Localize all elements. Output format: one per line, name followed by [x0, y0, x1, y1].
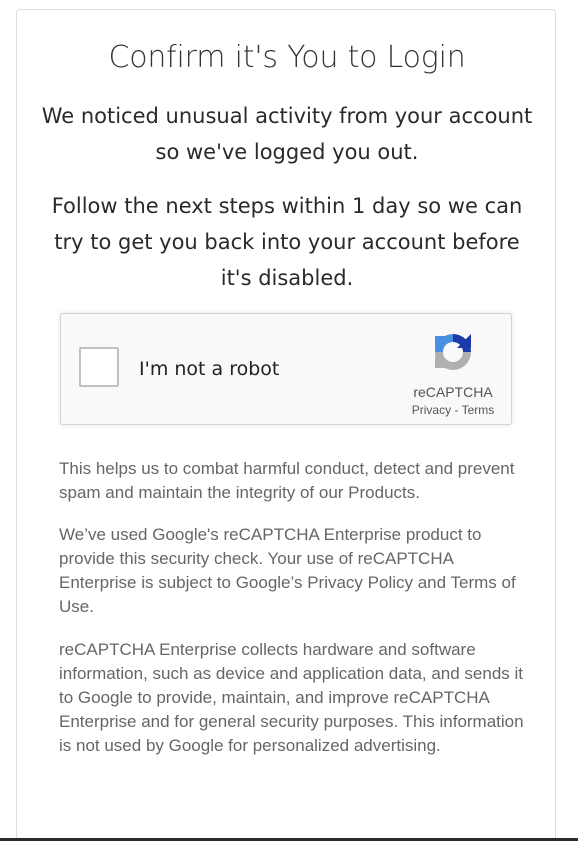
next-steps-instructions: Follow the next steps within 1 day so we… — [51, 194, 523, 290]
info-paragraph-data-collection: reCAPTCHA Enterprise collects hardware a… — [59, 640, 524, 755]
info-paragraph-purpose: This helps us to combat harmful conduct,… — [59, 459, 515, 502]
not-a-robot-checkbox[interactable] — [79, 347, 119, 387]
page-title: Confirm it's You to Login — [108, 40, 466, 75]
login-confirm-card: Confirm it's You to Login We noticed unu… — [16, 9, 556, 841]
recaptcha-logo-icon — [435, 334, 471, 370]
recaptcha-link-separator: - — [451, 403, 462, 417]
recaptcha-links: Privacy - Terms — [386, 403, 520, 417]
recaptcha-terms-link[interactable]: Terms — [462, 403, 495, 417]
recaptcha-brand-label: reCAPTCHA — [413, 384, 493, 400]
info-paragraph-recaptcha-terms: We’ve used Google's reCAPTCHA Enterprise… — [59, 525, 516, 616]
recaptcha-privacy-link[interactable]: Privacy — [412, 403, 451, 417]
not-a-robot-label[interactable]: I'm not a robot — [139, 358, 279, 380]
recaptcha-widget: I'm not a robot reCAPTCHA Privacy - Term… — [60, 313, 512, 425]
unusual-activity-notice: We noticed unusual activity from your ac… — [41, 104, 533, 164]
